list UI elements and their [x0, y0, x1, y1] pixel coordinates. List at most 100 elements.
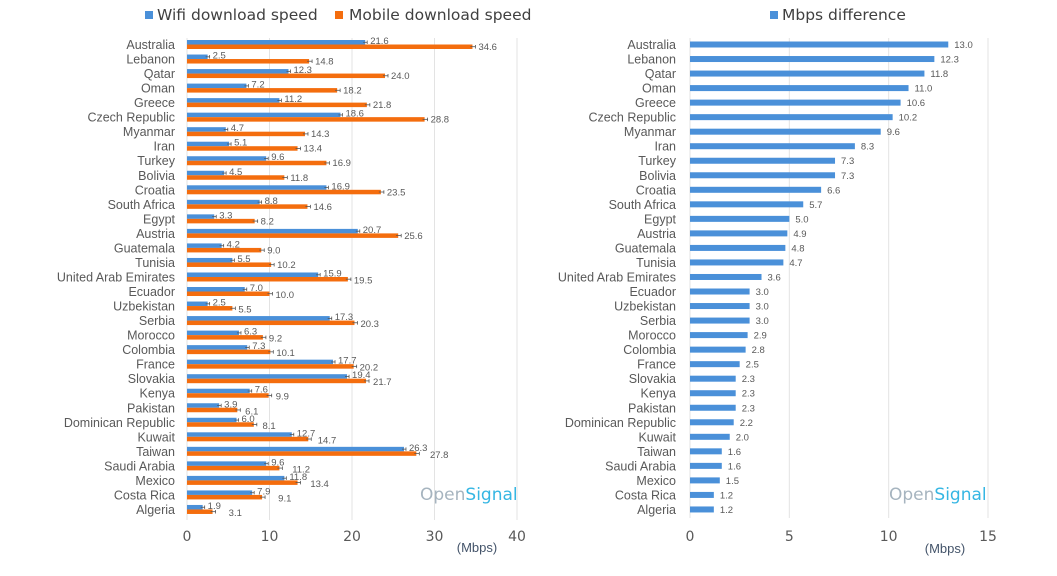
data-label-wifi: 6.3	[244, 327, 257, 338]
data-label-difference: 1.5	[726, 476, 739, 487]
category-label: Costa Rica	[114, 488, 175, 502]
logo-signal: Signal	[934, 485, 986, 505]
bar-difference	[690, 491, 714, 498]
bar-difference	[690, 70, 925, 77]
bar-difference	[690, 128, 881, 135]
x-tick-label: 15	[979, 529, 997, 545]
bar-difference	[690, 157, 836, 164]
bar-mobile	[187, 364, 354, 369]
data-label-mobile: 8.2	[261, 216, 274, 227]
bar-mobile	[187, 189, 381, 195]
data-label-difference: 6.6	[827, 185, 840, 196]
data-label-mobile: 3.1	[229, 508, 242, 519]
legend: Wifi download speed Mobile download speed	[145, 6, 531, 24]
data-label-difference: 2.5	[746, 360, 759, 371]
legend-label-wifi: Wifi download speed	[157, 6, 318, 24]
category-label: Ecuador	[629, 285, 676, 299]
data-label-difference: 2.2	[740, 418, 753, 429]
data-label-difference: 1.6	[728, 447, 741, 458]
category-label: Taiwan	[136, 445, 175, 459]
category-label: Oman	[141, 82, 175, 96]
bar-mobile	[187, 451, 417, 456]
bar-wifi	[187, 432, 292, 437]
data-label-difference: 5.0	[795, 214, 808, 225]
bar-difference	[690, 56, 935, 63]
bar-difference	[690, 273, 762, 280]
bar-difference	[690, 390, 736, 397]
x-tick-label: 40	[508, 529, 526, 545]
data-label-mobile: 14.3	[311, 129, 330, 140]
data-label-mobile: 16.9	[332, 158, 351, 169]
bar-difference	[690, 172, 836, 179]
bar-mobile	[187, 204, 308, 209]
data-label-mobile: 8.1	[263, 421, 276, 432]
category-label: Kuwait	[137, 430, 175, 444]
data-label-wifi: 1.9	[208, 501, 221, 512]
data-label-mobile: 11.8	[290, 173, 308, 184]
category-label: Australia	[126, 38, 175, 52]
category-label: Taiwan	[637, 445, 676, 459]
data-label-difference: 7.3	[841, 156, 854, 167]
category-label: Greece	[134, 96, 175, 110]
bar-wifi	[187, 40, 366, 45]
category-label: Lebanon	[627, 53, 676, 67]
data-label-mobile: 14.8	[315, 57, 334, 68]
bar-wifi	[187, 228, 358, 234]
bar-wifi	[187, 127, 226, 132]
category-label: Croatia	[636, 183, 676, 197]
category-label: Ecuador	[128, 285, 175, 299]
bar-difference	[690, 375, 736, 382]
category-label: Czech Republic	[588, 111, 676, 125]
data-label-wifi: 20.7	[363, 225, 382, 236]
bar-mobile	[187, 378, 367, 384]
bar-wifi	[187, 417, 237, 423]
category-label: Mexico	[636, 474, 676, 488]
category-label: Saudi Arabia	[605, 459, 676, 473]
category-label: United Arab Emirates	[57, 270, 175, 284]
category-label: United Arab Emirates	[558, 270, 676, 284]
bar-difference	[690, 230, 788, 237]
bar-wifi	[187, 214, 215, 219]
data-label-wifi: 9.6	[271, 457, 284, 468]
category-label: Saudi Arabia	[104, 459, 175, 473]
category-label: Tunisia	[636, 256, 676, 270]
bar-wifi	[187, 301, 208, 307]
bar-wifi	[187, 345, 248, 350]
bar-wifi	[187, 388, 250, 394]
bar-wifi	[187, 330, 239, 336]
data-label-difference: 10.6	[907, 98, 926, 109]
bar-wifi	[187, 446, 404, 452]
bar-wifi	[187, 461, 267, 466]
data-label-mobile: 27.8	[430, 450, 449, 461]
bar-difference	[690, 332, 748, 339]
bar-wifi	[187, 490, 253, 495]
data-label-mobile: 21.7	[373, 377, 392, 388]
data-label-wifi: 19.4	[352, 370, 371, 381]
bar-difference	[690, 114, 893, 121]
category-label: Lebanon	[126, 53, 175, 67]
x-tick-label: 10	[261, 529, 279, 545]
bar-wifi	[187, 475, 285, 481]
data-label-difference: 11.8	[930, 69, 948, 80]
bar-mobile	[187, 59, 310, 64]
category-label: France	[136, 358, 175, 372]
data-label-difference: 3.6	[768, 272, 781, 283]
category-label: Kuwait	[638, 430, 676, 444]
bar-wifi	[187, 504, 203, 510]
data-label-mobile: 14.7	[318, 435, 337, 446]
data-label-mobile: 24.0	[391, 71, 410, 82]
x-tick-label: 20	[343, 529, 361, 545]
data-label-difference: 1.6	[728, 461, 741, 472]
logo-signal: Signal	[465, 485, 517, 505]
category-label: Austria	[637, 227, 676, 241]
bar-mobile	[187, 494, 263, 500]
data-label-wifi: 3.3	[219, 210, 232, 221]
data-label-mobile: 10.1	[276, 348, 295, 359]
data-label-wifi: 6.0	[242, 414, 255, 425]
data-label-difference: 1.2	[720, 490, 733, 501]
category-label: Qatar	[645, 67, 676, 81]
category-label: Uzbekistan	[113, 300, 175, 314]
category-label: Oman	[642, 82, 676, 96]
category-label: France	[637, 358, 676, 372]
bar-difference	[690, 448, 722, 455]
